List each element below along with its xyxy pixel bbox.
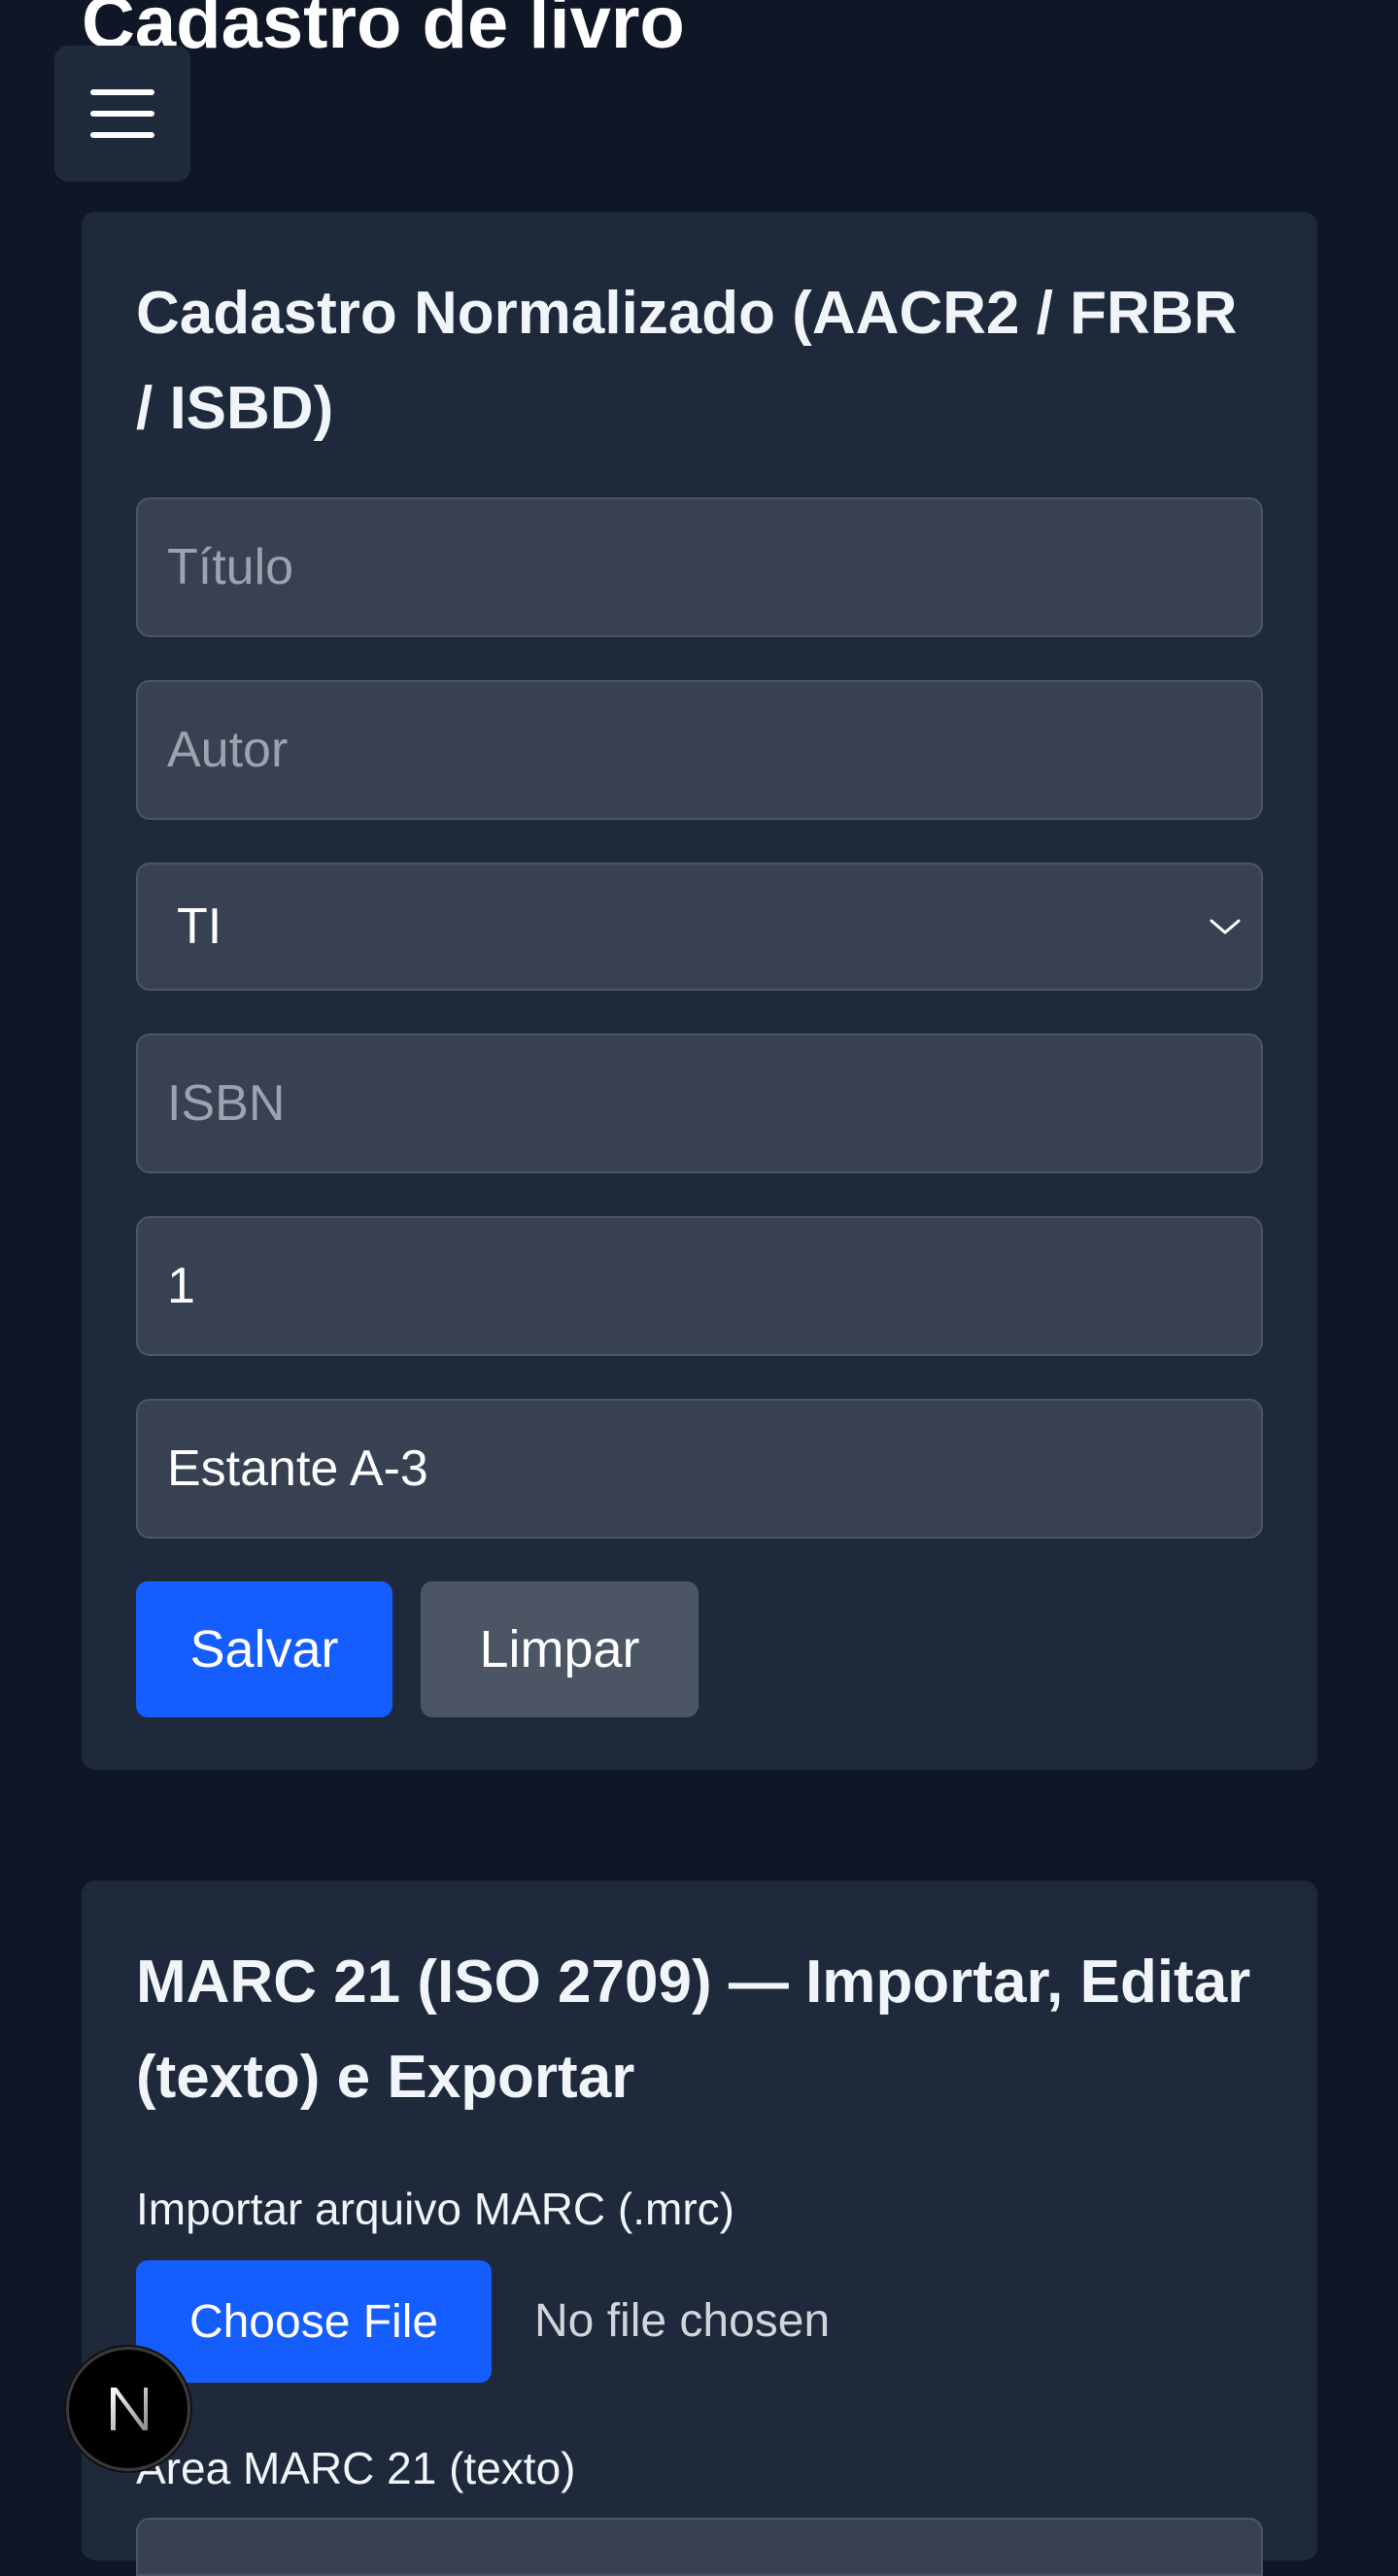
menu-button[interactable] — [54, 46, 190, 182]
category-selected-value: TI — [177, 898, 222, 955]
marc-heading: MARC 21 (ISO 2709) — Importar, Editar (t… — [136, 1949, 1251, 2111]
hamburger-menu-icon — [90, 89, 154, 138]
location-input[interactable] — [136, 1399, 1263, 1539]
isbn-input[interactable] — [136, 1034, 1263, 1173]
normalized-form-heading: Cadastro Normalizado (AACR2 / FRBR / ISB… — [136, 280, 1238, 442]
save-button[interactable]: Salvar — [136, 1581, 392, 1717]
category-select[interactable]: TI — [136, 863, 1263, 991]
normalized-form-card: Cadastro Normalizado (AACR2 / FRBR / ISB… — [82, 212, 1317, 1770]
marc-text-area[interactable] — [136, 2518, 1263, 2576]
marc-card: MARC 21 (ISO 2709) — Importar, Editar (t… — [82, 1881, 1317, 2576]
clear-button[interactable]: Limpar — [421, 1581, 699, 1717]
choose-file-button[interactable]: Choose File — [136, 2260, 492, 2383]
author-input[interactable] — [136, 680, 1263, 820]
import-file-label: Importar arquivo MARC (.mrc) — [136, 2184, 734, 2234]
file-status-text: No file chosen — [534, 2295, 831, 2347]
title-input[interactable] — [136, 497, 1263, 637]
chevron-down-icon — [1210, 919, 1241, 934]
quantity-input[interactable] — [136, 1216, 1263, 1356]
nextjs-dev-badge[interactable] — [66, 2347, 190, 2471]
marc-text-area-label: Área MARC 21 (texto) — [136, 2443, 576, 2493]
nextjs-logo-icon — [111, 2388, 148, 2430]
